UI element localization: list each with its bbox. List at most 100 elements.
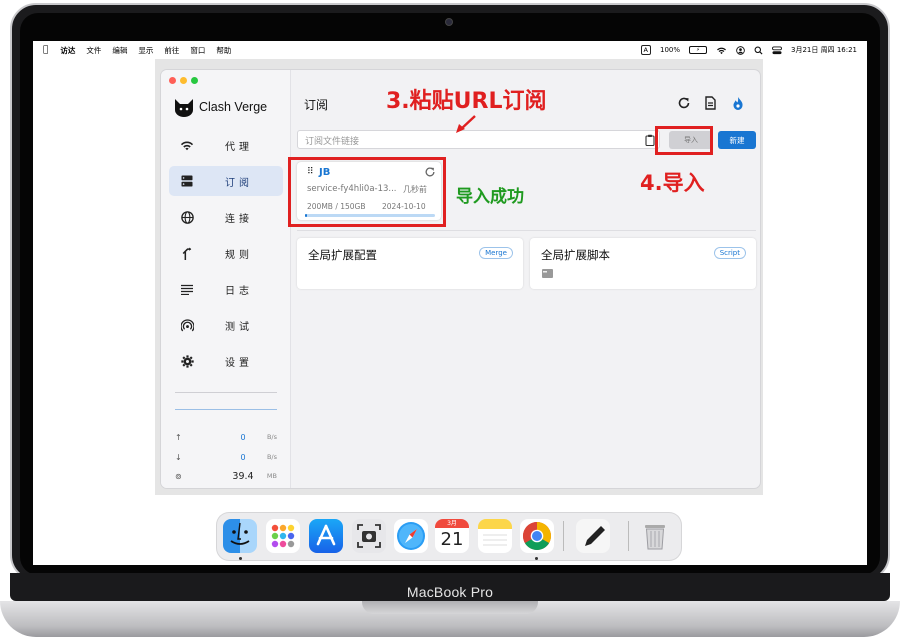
chrome-running-dot	[535, 557, 538, 560]
upload-speed: ↑ 0 B/s	[175, 430, 277, 444]
laptop-label: MacBook Pro	[406, 584, 494, 600]
menu-go[interactable]: 前往	[164, 45, 179, 56]
refresh-icon[interactable]	[677, 96, 691, 110]
gear-icon	[179, 353, 195, 369]
pen-app-icon[interactable]	[576, 519, 610, 553]
sidebar-item-logs[interactable]: 日志	[169, 274, 283, 304]
section-divider	[297, 230, 756, 231]
upload-value: 0	[240, 432, 246, 442]
new-button[interactable]: 新建	[718, 131, 756, 149]
script-card[interactable]: 全局扩展脚本 Script	[530, 238, 756, 289]
page-title: 订阅	[304, 98, 329, 112]
menubar-datetime[interactable]: 3月21日 周四 16:21	[791, 45, 857, 55]
menubar-right: A 100% ⚡ 3月21日 周四 16:21	[640, 41, 857, 59]
sidebar-item-subscription[interactable]: 订阅	[169, 166, 283, 196]
sidebar-item-label: 订阅	[225, 177, 253, 189]
menu-help[interactable]: 帮助	[216, 45, 231, 56]
memory-usage: ⊚ 39.4 MB	[175, 469, 277, 483]
chrome-icon[interactable]	[520, 519, 554, 553]
sidebar: Clash Verge 代理 订阅 连接 规则 日志 测试 设置 ↑ 0 B/s…	[161, 70, 291, 488]
calendar-month: 3月	[435, 519, 469, 528]
window-close-button[interactable]	[169, 77, 176, 84]
download-unit: B/s	[266, 453, 277, 461]
battery-icon[interactable]: ⚡	[689, 46, 708, 54]
upload-unit: B/s	[266, 433, 277, 441]
url-placeholder: 订阅文件链接	[305, 137, 360, 147]
sidebar-item-label: 连接	[225, 213, 253, 225]
battery-percent: 100%	[660, 46, 681, 54]
dock-separator	[628, 521, 629, 551]
dock: 3月 21	[217, 513, 681, 560]
memory-value: 39.4	[232, 470, 254, 482]
menu-edit[interactable]: 编辑	[112, 45, 127, 56]
notes-icon[interactable]	[478, 519, 512, 553]
sidebar-item-settings[interactable]: 设置	[169, 346, 283, 376]
sidebar-item-rules[interactable]: 规则	[169, 238, 283, 268]
sidebar-item-proxy[interactable]: 代理	[169, 130, 283, 160]
merge-card[interactable]: 全局扩展配置 Merge	[297, 238, 523, 289]
sidebar-item-label: 测试	[225, 321, 253, 333]
user-status-icon[interactable]	[736, 45, 745, 55]
traffic-graph-line	[175, 409, 277, 410]
memory-unit: MB	[266, 472, 277, 480]
annotation-box-import	[655, 126, 713, 155]
script-badge: Script	[713, 247, 746, 259]
annotation-step3: 3.粘贴URL订阅	[386, 89, 547, 114]
window-minimize-button[interactable]	[180, 77, 187, 84]
sidebar-item-label: 设置	[225, 357, 253, 369]
document-icon[interactable]	[703, 96, 717, 110]
annotation-step4: 4.导入	[640, 171, 705, 195]
menu-finder[interactable]: 访达	[60, 45, 75, 56]
wifi-status-icon[interactable]	[716, 46, 727, 55]
safari-icon[interactable]	[394, 519, 428, 553]
annotation-box-profile	[288, 157, 446, 227]
fork-icon	[179, 245, 195, 261]
sidebar-item-label: 规则	[225, 249, 253, 261]
screenshot-icon[interactable]	[352, 519, 386, 553]
finder-running-dot	[239, 557, 242, 560]
dock-separator	[563, 521, 564, 551]
calendar-day: 21	[440, 529, 464, 550]
app-store-icon[interactable]	[309, 519, 343, 553]
server-icon	[179, 173, 195, 189]
finder-icon[interactable]	[223, 519, 257, 553]
trash-icon[interactable]	[638, 519, 672, 553]
apple-icon[interactable]: 	[43, 45, 48, 55]
control-center-icon[interactable]	[772, 45, 782, 55]
memory-icon: ⊚	[175, 471, 182, 481]
menubar-left:  访达 文件 编辑 显示 前往 窗口 帮助	[43, 41, 231, 59]
sidebar-item-connections[interactable]: 连接	[169, 202, 283, 232]
sidebar-divider	[175, 392, 277, 393]
menu-file[interactable]: 文件	[86, 45, 101, 56]
script-card-title: 全局扩展脚本	[541, 248, 610, 262]
list-icon	[179, 281, 195, 297]
flame-icon[interactable]	[731, 96, 745, 110]
globe-icon	[179, 209, 195, 225]
sidebar-item-label: 代理	[225, 141, 253, 153]
window-zoom-button[interactable]	[191, 77, 198, 84]
broadcast-icon	[179, 317, 195, 333]
input-method-indicator[interactable]: A	[640, 45, 651, 55]
search-icon[interactable]	[754, 46, 763, 55]
menu-view[interactable]: 显示	[138, 45, 153, 56]
sidebar-item-test[interactable]: 测试	[169, 310, 283, 340]
merge-badge: Merge	[479, 247, 513, 259]
clipboard-icon[interactable]	[645, 134, 655, 146]
app-name: Clash Verge	[199, 100, 268, 114]
camera-icon	[445, 18, 453, 26]
laptop-notch	[362, 601, 538, 614]
download-value: 0	[240, 452, 246, 462]
merge-card-title: 全局扩展配置	[308, 248, 377, 262]
arrow-down-icon: ↓	[175, 452, 182, 462]
menu-window[interactable]: 窗口	[190, 45, 205, 56]
annotation-success: 导入成功	[456, 187, 524, 207]
script-file-icon	[542, 269, 553, 278]
launchpad-icon[interactable]	[266, 519, 300, 553]
annotation-arrow-icon	[456, 115, 476, 133]
screen:  访达 文件 编辑 显示 前往 窗口 帮助 A 100% ⚡ 3月21日 周四…	[33, 41, 867, 565]
calendar-icon[interactable]: 3月 21	[435, 519, 469, 553]
wifi-icon	[179, 137, 195, 153]
download-speed: ↓ 0 B/s	[175, 450, 277, 464]
arrow-up-icon: ↑	[175, 432, 182, 442]
cat-logo-icon	[175, 99, 193, 117]
